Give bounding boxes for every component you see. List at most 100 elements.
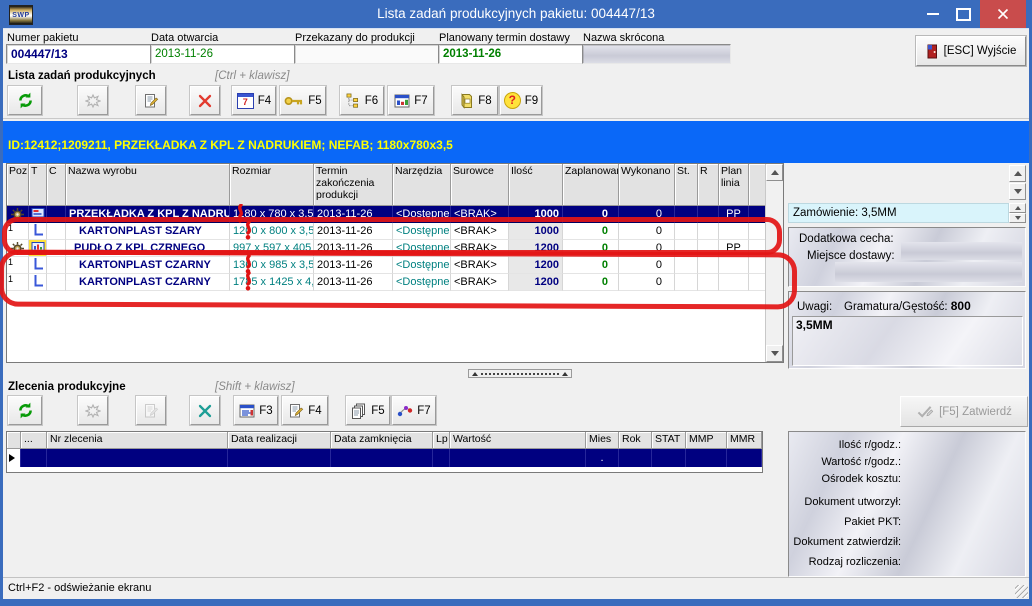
spin-up-button[interactable] [1009,203,1026,213]
row-type-cell [29,274,47,291]
col-c: C [47,164,66,206]
edit-task-button[interactable] [136,86,166,115]
row-name-cell: KARTONPLAST CZARNY [66,274,230,291]
field-label-przekazany: Przekazany do produkcji [295,32,415,44]
row-type-cell [29,206,47,223]
table-row[interactable]: PUDŁO Z KPL CZRNEGO 997 x 597 x 405 2013… [7,240,783,257]
row-plan-linia-cell: PP [719,206,749,223]
row-zaplanowano-cell: 0 [563,257,619,274]
tasks-table: Poz T C Nazwa wyrobu Rozmiar Termin zako… [6,163,784,363]
row-name-cell: PUDŁO Z KPL CZRNEGO [66,240,230,257]
row-termin-cell: 2013-11-26 [314,274,393,291]
col-wartosc: Wartość [450,432,586,449]
arrow-up-icon [1014,171,1022,176]
edit-document-icon [143,93,159,109]
numer-pakietu-field[interactable]: 004447/13 [6,44,158,64]
row-r-cell [698,223,719,240]
col-lp: Lp [433,432,450,449]
row-r-cell [698,257,719,274]
exit-button[interactable]: [ESC] Wyjście [916,36,1026,66]
refresh-button[interactable] [8,396,42,425]
gear-icon [11,242,24,255]
exit-door-icon [926,44,939,59]
row-type-cell [29,223,47,240]
burst-icon [85,93,101,109]
f6-label: F6 [365,95,378,107]
scroll-down-button[interactable] [766,345,783,362]
f7-report-button[interactable]: F7 [388,86,434,115]
table-row[interactable]: 1 KARTONPLAST CZARNY 1785 x 1425 x 4,5 2… [7,274,783,291]
nazwa-skrocona-field[interactable] [582,44,731,64]
f9-help-button[interactable]: ? F9 [500,86,542,115]
molecule-icon [397,404,413,418]
f4-edit-button[interactable]: F4 [282,396,328,425]
planowany-termin-field[interactable]: 2013-11-26 [438,44,588,64]
order-spinner[interactable] [1009,203,1026,223]
f4-dates-button[interactable]: 7 F4 [232,86,276,115]
new-item-button-disabled[interactable] [78,86,108,115]
row-name-cell: PRZEKŁADKA Z KPL Z NADRUKIEM [66,206,230,223]
row-rozmiar-cell: 997 x 597 x 405 [230,240,314,257]
tasks-table-scrollbar[interactable] [765,164,783,362]
scroll-up-button[interactable] [1009,165,1026,182]
row-zaplanowano-cell: 0 [563,223,619,240]
col-nr-zlecenia: Nr zlecenia [47,432,228,449]
new-order-button-disabled[interactable] [78,396,108,425]
przekazany-field[interactable] [294,44,444,64]
approve-button[interactable]: [F5] Zatwierdź [900,396,1028,427]
row-narzedzia-cell: <Dostępne> [393,206,451,223]
row-nr-zlecenia-cell [47,449,228,467]
miejsce-dostawy-field [835,262,1022,282]
col-indicator [7,432,21,449]
row-st-cell [675,223,698,240]
table-row[interactable]: 1 KARTONPLAST CZARNY 1360 x 985 x 3,5 20… [7,257,783,274]
row-rozmiar-cell: 1180 x 780 x 3,5 [230,206,314,223]
uwagi-memo[interactable]: 3,5MM [792,316,1023,366]
f5-copy-button[interactable]: F5 [346,396,390,425]
f5-key-button[interactable]: F5 [280,86,326,115]
resize-grip[interactable] [1015,585,1028,598]
child-bracket-icon [33,275,43,289]
row-ilosc-cell: 1200 [509,274,563,291]
row-plan-linia-cell [719,274,749,291]
scroll-down-button[interactable] [1009,183,1026,200]
minimize-button[interactable] [920,0,946,28]
data-otwarcia-field[interactable]: 2013-11-26 [150,44,300,64]
table-row[interactable]: . [7,449,762,467]
row-data-realizacji-cell [228,449,331,467]
close-button[interactable] [980,0,1026,28]
row-wartosc-cell [450,449,586,467]
col-wykonano: Wykonano [619,164,675,206]
f3-window-button[interactable]: F3 [234,396,278,425]
f6-tree-button[interactable]: F6 [340,86,384,115]
refresh-button[interactable] [8,86,42,115]
maximize-button[interactable] [950,0,976,28]
edit-document-icon [288,403,304,419]
row-type-cell [29,240,47,257]
edit-order-button-disabled[interactable] [136,396,166,425]
key-icon [284,95,304,107]
arrow-down-icon [1014,189,1022,194]
side-panel-scrollbar[interactable] [1009,165,1026,201]
row-r-cell [698,240,719,257]
row-mmp-cell [686,449,727,467]
row-surowce-cell: <BRAK> [451,206,509,223]
table-row[interactable]: 1 KARTONPLAST SZARY 1200 x 800 x 3,5 201… [7,223,783,240]
horizontal-splitter[interactable] [468,369,572,378]
selected-task-info-band: ID:12412;1209211, PRZEKŁADKA Z KPL Z NAD… [3,121,1029,163]
cancel-order-button[interactable] [190,396,220,425]
dokument-zatwierdzil-label: Dokument zatwierdził: [789,536,901,548]
row-dots-cell [21,449,47,467]
f7-links-button[interactable]: F7 [392,396,436,425]
field-label-planowany-termin: Planowany termin dostawy [439,32,570,44]
calendar-icon: 7 [237,93,254,109]
table-row[interactable]: PRZEKŁADKA Z KPL Z NADRUKIEM 1180 x 780 … [7,206,783,223]
col-zaplanowano: Zaplanowano [563,164,619,206]
row-termin-cell: 2013-11-26 [314,206,393,223]
delete-task-button[interactable] [190,86,220,115]
f8-print-button[interactable]: F8 [452,86,498,115]
col-rok: Rok [619,432,652,449]
row-rozmiar-cell: 1200 x 800 x 3,5 [230,223,314,240]
scroll-up-button[interactable] [766,164,783,181]
spin-down-button[interactable] [1009,213,1026,223]
